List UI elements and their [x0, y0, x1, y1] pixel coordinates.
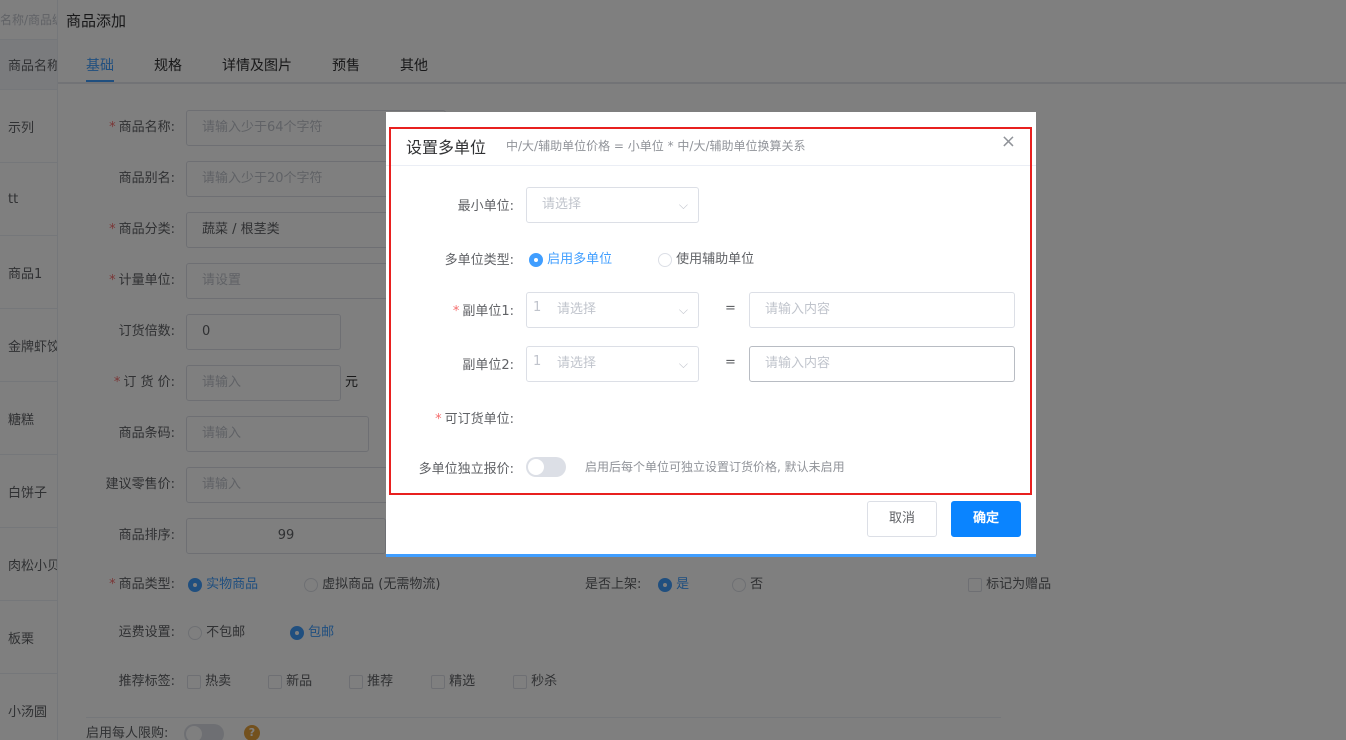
- cancel-button[interactable]: 取消: [867, 501, 937, 537]
- highlight-box: [389, 127, 1032, 495]
- confirm-button[interactable]: 确定: [951, 501, 1021, 537]
- multi-unit-dialog: 设置多单位 中/大/辅助单位价格 = 小单位 * 中/大/辅助单位换算关系 × …: [386, 112, 1036, 557]
